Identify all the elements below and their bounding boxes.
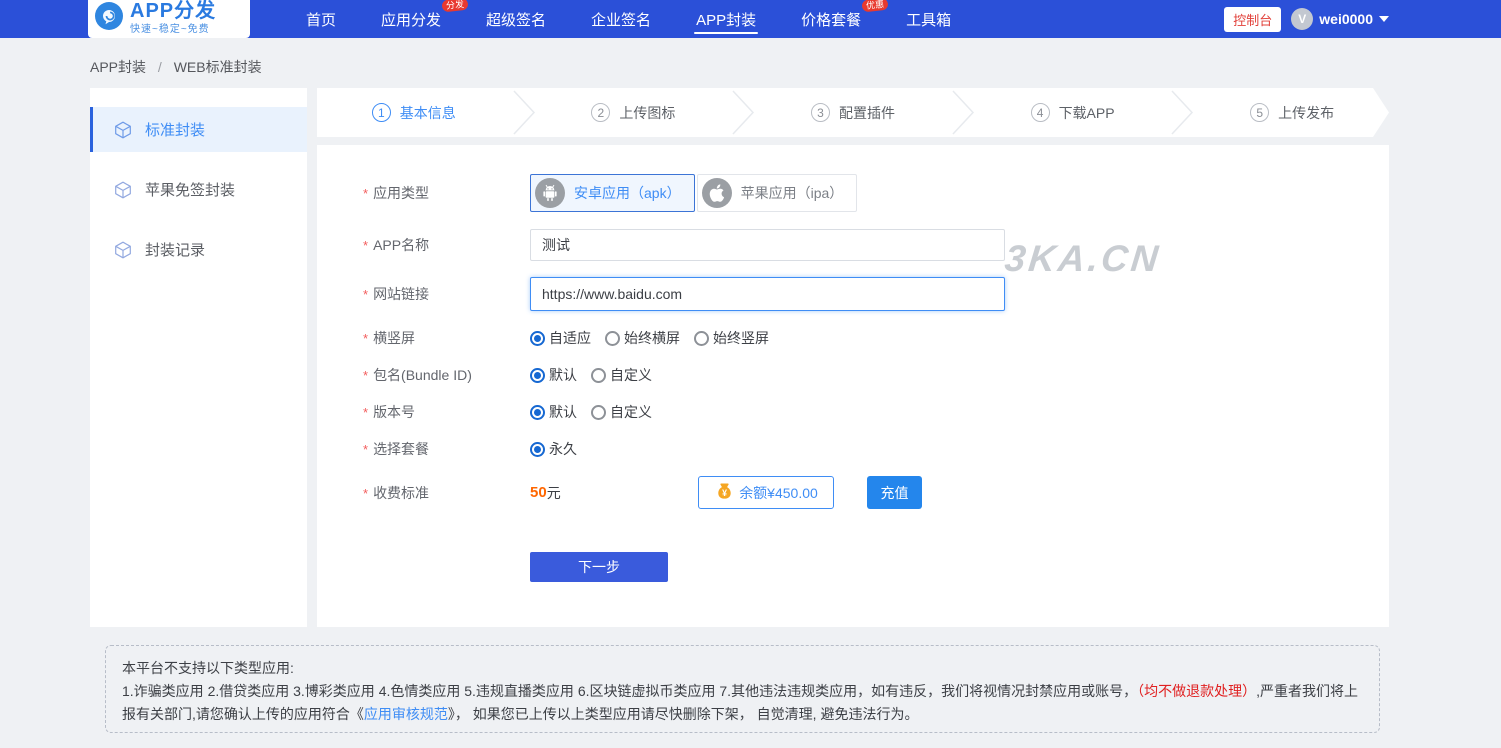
- sidebar-item-standard-packaging[interactable]: 标准封装: [90, 107, 307, 152]
- app-name-input[interactable]: [530, 229, 1005, 261]
- android-icon: [535, 178, 565, 208]
- distribution-badge: 分发: [441, 0, 468, 12]
- cube-icon: [113, 120, 133, 140]
- site-url-label: *网站链接: [363, 284, 530, 304]
- breadcrumb-app-packaging[interactable]: APP封装: [90, 59, 146, 75]
- nav-item-super-signature[interactable]: 超级签名: [486, 0, 546, 38]
- app-type-android-button[interactable]: 安卓应用（apk）: [530, 174, 695, 212]
- orientation-portrait-radio[interactable]: 始终竖屏: [694, 328, 769, 348]
- user-menu[interactable]: V wei0000: [1291, 8, 1389, 30]
- step-chevron-icon: [1169, 88, 1195, 137]
- console-button[interactable]: 控制台: [1224, 7, 1281, 32]
- step-number: 2: [591, 103, 610, 122]
- logo-tagline: 快速~稳定~免费: [130, 20, 216, 35]
- radio-icon: [530, 368, 545, 383]
- nav-item-app-packaging[interactable]: APP封装: [696, 0, 756, 38]
- site-url-input[interactable]: [530, 277, 1005, 311]
- apple-icon: [702, 178, 732, 208]
- breadcrumb-web-standard[interactable]: WEB标准封装: [174, 59, 262, 75]
- no-refund-warning: （均不做退款处理）: [1137, 683, 1256, 699]
- step-upload-icon: 2 上传图标: [537, 88, 731, 137]
- form-panel: *应用类型 安卓应用（apk）: [317, 145, 1389, 627]
- app-type-label: *应用类型: [363, 183, 530, 203]
- nav-item-home[interactable]: 首页: [306, 0, 336, 38]
- user-name: wei0000: [1319, 11, 1373, 27]
- step-chevron-icon: [511, 88, 537, 137]
- app-name-label: *APP名称: [363, 235, 530, 255]
- step-number: 1: [372, 103, 391, 122]
- balance-text: 余额¥450.00: [739, 483, 818, 503]
- navbar-right: 控制台 V wei0000: [1224, 0, 1389, 38]
- watermark: 3KA.CN: [1003, 238, 1163, 280]
- step-download-app: 4 下载APP: [976, 88, 1170, 137]
- notice-title: 本平台不支持以下类型应用:: [122, 657, 1363, 680]
- bundle-default-radio[interactable]: 默认: [530, 365, 577, 385]
- radio-icon: [591, 368, 606, 383]
- price-unit: 元: [547, 483, 561, 503]
- radio-icon: [605, 331, 620, 346]
- orientation-adaptive-radio[interactable]: 自适应: [530, 328, 591, 348]
- radio-icon: [530, 405, 545, 420]
- nav-item-app-distribution[interactable]: 应用分发 分发: [381, 0, 441, 38]
- version-label: *版本号: [363, 402, 530, 422]
- bundle-custom-radio[interactable]: 自定义: [591, 365, 652, 385]
- radio-icon: [530, 331, 545, 346]
- policy-notice: 本平台不支持以下类型应用: 1.诈骗类应用 2.借贷类应用 3.博彩类应用 4.…: [105, 645, 1380, 733]
- radio-icon: [591, 405, 606, 420]
- cube-icon: [113, 180, 133, 200]
- recharge-button[interactable]: 充值: [867, 476, 922, 509]
- page: APP分发 快速~稳定~免费 首页 应用分发 分发 超级签名 企业签名 APP封…: [0, 0, 1501, 748]
- step-number: 5: [1250, 103, 1269, 122]
- breadcrumb-separator: /: [158, 59, 162, 75]
- step-upload-publish: 5 上传发布: [1195, 88, 1389, 137]
- pricing-badge: 优惠: [862, 0, 889, 12]
- version-custom-radio[interactable]: 自定义: [591, 402, 652, 422]
- nav-item-enterprise-signature[interactable]: 企业签名: [591, 0, 651, 38]
- money-bag-icon: ¥: [714, 481, 735, 505]
- price-amount: 50: [530, 484, 547, 501]
- nav-menu: 首页 应用分发 分发 超级签名 企业签名 APP封装 价格套餐 优惠 工具箱: [306, 0, 951, 38]
- package-permanent-radio[interactable]: 永久: [530, 439, 577, 459]
- step-configure-plugins: 3 配置插件: [756, 88, 950, 137]
- radio-icon: [530, 442, 545, 457]
- logo[interactable]: APP分发 快速~稳定~免费: [88, 0, 250, 38]
- notice-body: 1.诈骗类应用 2.借贷类应用 3.博彩类应用 4.色情类应用 5.违规直播类应…: [122, 680, 1363, 726]
- orientation-label: *横竖屏: [363, 328, 530, 348]
- cube-icon: [113, 240, 133, 260]
- sidebar: 标准封装 苹果免签封装 封装记录: [90, 88, 307, 627]
- chevron-down-icon: [1379, 16, 1389, 22]
- nav-item-toolbox[interactable]: 工具箱: [906, 0, 951, 38]
- sidebar-item-label: 标准封装: [145, 119, 205, 140]
- step-chevron-icon: [730, 88, 756, 137]
- review-guidelines-link[interactable]: 应用审核规范: [364, 706, 448, 722]
- breadcrumb: APP封装 / WEB标准封装: [90, 57, 262, 77]
- step-basic-info: 1 基本信息: [317, 88, 511, 137]
- next-step-button[interactable]: 下一步: [530, 552, 668, 582]
- orientation-landscape-radio[interactable]: 始终横屏: [605, 328, 680, 348]
- app-type-ios-button[interactable]: 苹果应用（ipa）: [697, 174, 858, 212]
- sidebar-item-apple-free-sign[interactable]: 苹果免签封装: [90, 167, 307, 212]
- price-label: *收费标准: [363, 483, 530, 503]
- wizard-steps: 1 基本信息 2 上传图标 3 配置插件 4 下载APP 5 上传发布: [317, 88, 1389, 137]
- logo-icon: [94, 1, 124, 36]
- radio-icon: [694, 331, 709, 346]
- step-chevron-icon: [950, 88, 976, 137]
- top-navbar: APP分发 快速~稳定~免费 首页 应用分发 分发 超级签名 企业签名 APP封…: [0, 0, 1501, 38]
- nav-item-pricing[interactable]: 价格套餐 优惠: [801, 0, 861, 38]
- balance-display: ¥ 余额¥450.00: [698, 476, 834, 509]
- step-number: 4: [1031, 103, 1050, 122]
- package-label: *选择套餐: [363, 439, 530, 459]
- sidebar-item-packaging-records[interactable]: 封装记录: [90, 227, 307, 272]
- version-default-radio[interactable]: 默认: [530, 402, 577, 422]
- sidebar-item-label: 苹果免签封装: [145, 179, 235, 200]
- sidebar-item-label: 封装记录: [145, 239, 205, 260]
- svg-text:¥: ¥: [722, 487, 727, 497]
- logo-title: APP分发: [130, 2, 216, 20]
- step-number: 3: [811, 103, 830, 122]
- avatar: V: [1291, 8, 1313, 30]
- bundle-id-label: *包名(Bundle ID): [363, 365, 530, 385]
